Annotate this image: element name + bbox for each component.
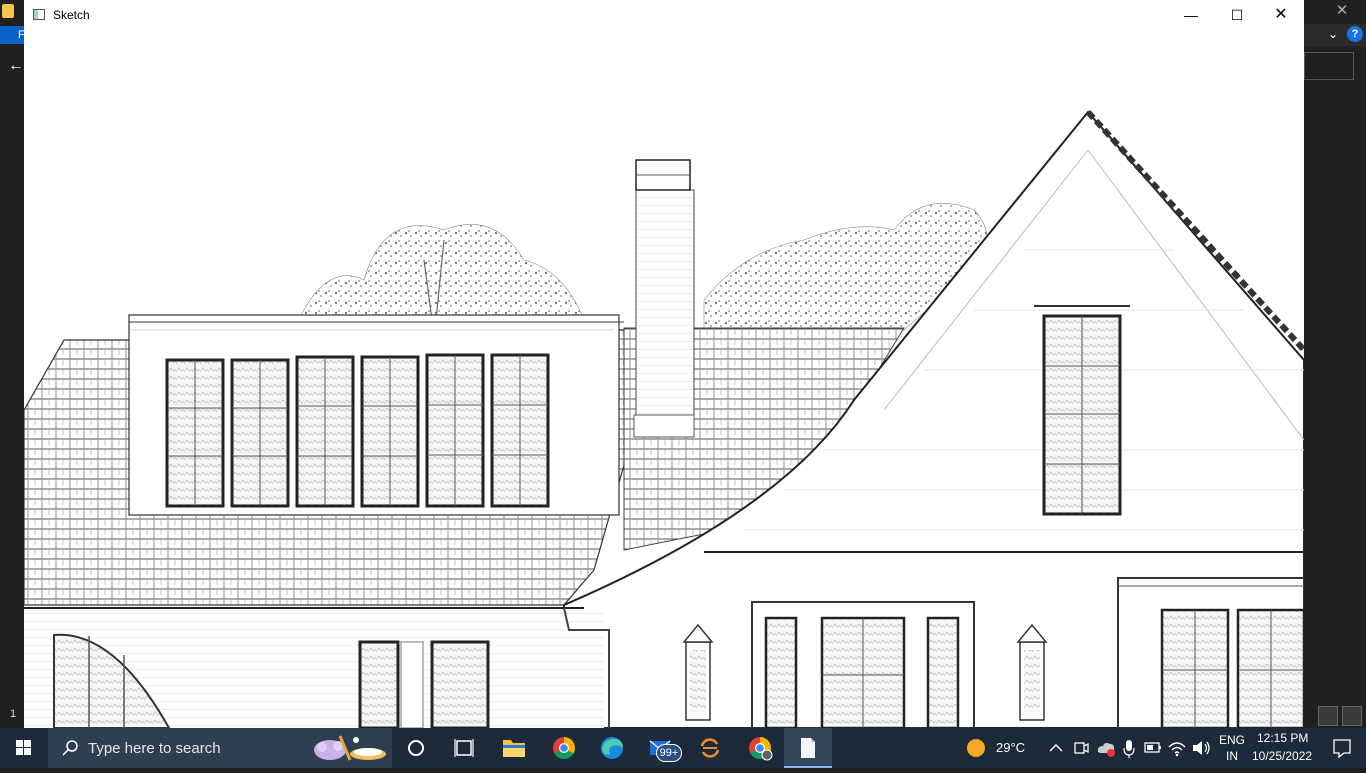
task-view-icon	[454, 739, 474, 757]
minimize-button[interactable]: —	[1168, 0, 1214, 30]
start-button[interactable]	[0, 728, 48, 768]
meet-now-button[interactable]	[1070, 728, 1092, 768]
clock-date: 10/25/2022	[1252, 749, 1313, 763]
help-icon[interactable]: ?	[1347, 26, 1363, 42]
background-status-number: 1	[10, 708, 17, 720]
cortana-circle-icon	[408, 740, 424, 756]
clock-button[interactable]: 12:15 PM 10/25/2022	[1250, 728, 1316, 768]
sync-refresh-icon	[700, 738, 720, 758]
sketch-app-button[interactable]	[784, 728, 832, 768]
house-sketch-image	[24, 109, 1304, 728]
document-icon	[801, 738, 815, 758]
search-icon	[62, 740, 78, 756]
input-language-button[interactable]: ENG IN	[1214, 728, 1248, 768]
weather-widget[interactable]: 29°C	[950, 728, 1040, 768]
background-close-icon[interactable]: ✕	[1330, 0, 1354, 22]
language-code: ENG	[1219, 733, 1246, 747]
file-explorer-button[interactable]	[490, 728, 538, 768]
details-view-icon[interactable]	[1318, 706, 1338, 726]
edge-icon	[601, 737, 623, 759]
background-ribbon-tab[interactable]: F	[0, 26, 25, 44]
folder-icon	[503, 740, 525, 757]
language-region: IN	[1226, 749, 1238, 763]
search-highlight-art-icon	[314, 735, 386, 761]
sun-icon	[967, 739, 985, 757]
mail-button[interactable]: 99+	[636, 728, 684, 768]
task-view-button[interactable]	[440, 728, 488, 768]
chrome-button[interactable]	[540, 728, 588, 768]
onedrive-status-button[interactable]	[1094, 728, 1118, 768]
folder-icon[interactable]	[2, 4, 14, 18]
window-title: Sketch	[53, 8, 90, 22]
show-hidden-icons-button[interactable]	[1046, 728, 1066, 768]
title-bar[interactable]: Sketch — ☐ ✕	[24, 0, 1304, 30]
cortana-button[interactable]	[392, 728, 440, 768]
chrome-profile-icon	[749, 737, 773, 761]
mail-badge: 99+	[656, 744, 682, 762]
battery-icon	[1144, 742, 1161, 753]
clock-time: 12:15 PM	[1257, 731, 1309, 745]
app-icon	[33, 9, 45, 20]
battery-button[interactable]	[1142, 728, 1164, 768]
camera-icon	[1074, 742, 1089, 754]
chevron-up-icon	[1049, 743, 1063, 752]
cloud-error-icon	[1097, 742, 1115, 757]
chrome-profile-button[interactable]	[736, 728, 784, 768]
sketch-window: Sketch — ☐ ✕	[24, 0, 1304, 728]
windows-logo-icon	[16, 740, 31, 755]
chevron-down-icon[interactable]: ⌄	[1326, 26, 1340, 42]
chrome-icon	[553, 737, 575, 759]
microphone-button[interactable]	[1120, 728, 1138, 768]
wifi-icon	[1168, 742, 1186, 757]
volume-button[interactable]	[1190, 728, 1212, 768]
background-search-field[interactable]	[1304, 52, 1354, 80]
back-arrow-icon[interactable]: ←	[6, 56, 26, 76]
weather-temperature: 29°C	[996, 740, 1026, 755]
close-button[interactable]: ✕	[1258, 0, 1304, 30]
large-icons-view-icon[interactable]	[1342, 706, 1362, 726]
edge-button[interactable]	[588, 728, 636, 768]
taskbar-search-box[interactable]: Type here to search	[48, 728, 392, 768]
action-center-button[interactable]	[1318, 728, 1366, 768]
notification-icon	[1333, 739, 1351, 759]
taskbar: Type here to search 99+ 29°C ENG IN 12:1…	[0, 728, 1366, 768]
maximize-button[interactable]: ☐	[1214, 0, 1260, 30]
wifi-button[interactable]	[1166, 728, 1188, 768]
speaker-icon	[1193, 741, 1210, 755]
sync-app-button[interactable]	[686, 728, 734, 768]
microphone-icon	[1123, 740, 1135, 758]
search-placeholder: Type here to search	[88, 740, 221, 757]
